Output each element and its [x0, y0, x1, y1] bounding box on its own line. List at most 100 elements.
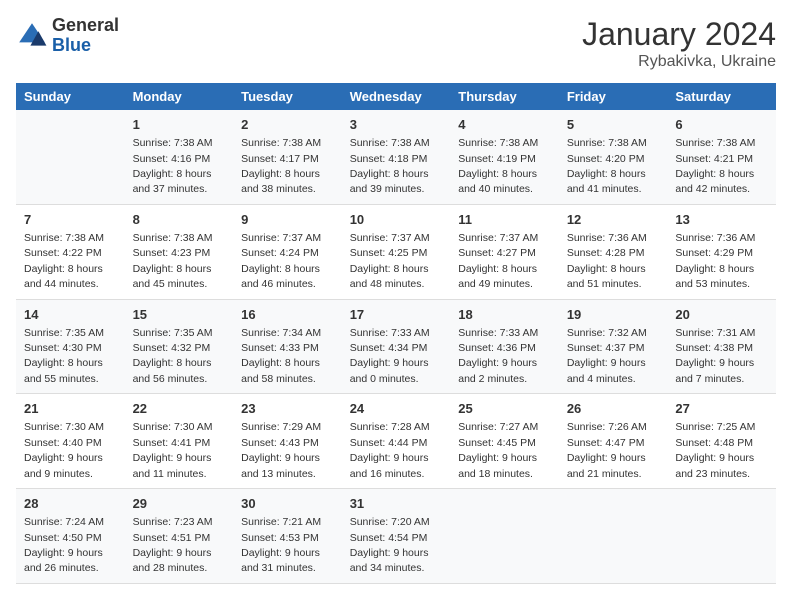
day-number: 26	[567, 400, 660, 418]
calendar-week-row: 7 Sunrise: 7:38 AM Sunset: 4:22 PM Daylight…	[16, 204, 776, 299]
sunset-text: Sunset: 4:28 PM	[567, 247, 645, 259]
daylight-text: Daylight: 8 hours and 41 minutes.	[567, 168, 646, 195]
sunrise-text: Sunrise: 7:37 AM	[350, 232, 430, 244]
calendar-cell: 22Sunrise: 7:30 AMSunset: 4:41 PMDayligh…	[125, 394, 234, 489]
day-number: 6	[675, 116, 768, 134]
daylight-text: Daylight: 9 hours and 9 minutes.	[24, 452, 103, 479]
calendar-cell: 31Sunrise: 7:20 AMSunset: 4:54 PMDayligh…	[342, 489, 451, 584]
col-saturday: Saturday	[667, 83, 776, 110]
sunset-text: Sunset: 4:38 PM	[675, 342, 753, 354]
calendar-cell: 25Sunrise: 7:27 AMSunset: 4:45 PMDayligh…	[450, 394, 559, 489]
logo-general: General	[52, 15, 119, 35]
sunset-text: Sunset: 4:34 PM	[350, 342, 428, 354]
daylight-text: Daylight: 8 hours and 37 minutes.	[133, 168, 212, 195]
sunset-text: Sunset: 4:30 PM	[24, 342, 102, 354]
sunset-text: Sunset: 4:47 PM	[567, 437, 645, 449]
daylight-text: Daylight: 9 hours and 13 minutes.	[241, 452, 320, 479]
calendar-cell: 8Sunrise: 7:38 AMSunset: 4:23 PMDaylight…	[125, 204, 234, 299]
calendar-cell: 9Sunrise: 7:37 AMSunset: 4:24 PMDaylight…	[233, 204, 342, 299]
calendar-cell: 1Sunrise: 7:38 AMSunset: 4:16 PMDaylight…	[125, 110, 234, 204]
sunrise-text: Sunrise: 7:38 AM	[133, 232, 213, 244]
day-number: 17	[350, 306, 443, 324]
sunset-text: Sunset: 4:53 PM	[241, 532, 319, 544]
daylight-text: Daylight: 9 hours and 16 minutes.	[350, 452, 429, 479]
day-number: 30	[241, 495, 334, 513]
calendar-cell: 6Sunrise: 7:38 AMSunset: 4:21 PMDaylight…	[667, 110, 776, 204]
title-block: January 2024 Rybakivka, Ukraine	[582, 16, 776, 71]
col-tuesday: Tuesday	[233, 83, 342, 110]
sunrise-text: Sunrise: 7:38 AM	[24, 232, 104, 244]
month-year-title: January 2024	[582, 16, 776, 53]
sunrise-text: Sunrise: 7:32 AM	[567, 327, 647, 339]
day-number: 15	[133, 306, 226, 324]
sunrise-text: Sunrise: 7:38 AM	[675, 137, 755, 149]
col-wednesday: Wednesday	[342, 83, 451, 110]
calendar-cell: 20Sunrise: 7:31 AMSunset: 4:38 PMDayligh…	[667, 299, 776, 394]
calendar-cell: 21 Sunrise: 7:30 AM Sunset: 4:40 PM Dayligh…	[16, 394, 125, 489]
calendar-week-row: 28Sunrise: 7:24 AMSunset: 4:50 PMDayligh…	[16, 489, 776, 584]
day-number: 9	[241, 211, 334, 229]
daylight-text: Daylight: 8 hours and 55 minutes.	[24, 357, 103, 384]
day-number: 14	[24, 306, 117, 324]
day-number: 21	[24, 400, 117, 418]
sunset-text: Sunset: 4:22 PM	[24, 247, 102, 259]
calendar-cell	[16, 110, 125, 204]
sunset-text: Sunset: 4:37 PM	[567, 342, 645, 354]
calendar-cell: 30 Sunrise: 7:21 AM Sunset: 4:53 PM Dayligh…	[233, 489, 342, 584]
calendar-cell: 26 Sunrise: 7:26 AM Sunset: 4:47 PM Dayligh…	[559, 394, 668, 489]
calendar-cell: 2Sunrise: 7:38 AMSunset: 4:17 PMDaylight…	[233, 110, 342, 204]
calendar-cell: 29Sunrise: 7:23 AMSunset: 4:51 PMDayligh…	[125, 489, 234, 584]
sunrise-text: Sunrise: 7:20 AM	[350, 516, 430, 528]
daylight-text: Daylight: 8 hours and 49 minutes.	[458, 263, 537, 290]
daylight-text: Daylight: 8 hours and 58 minutes.	[241, 357, 320, 384]
sunset-text: Sunset: 4:36 PM	[458, 342, 536, 354]
sunrise-text: Sunrise: 7:37 AM	[458, 232, 538, 244]
calendar-cell: 17Sunrise: 7:33 AMSunset: 4:34 PMDayligh…	[342, 299, 451, 394]
day-number: 1	[133, 116, 226, 134]
day-number: 7	[24, 211, 117, 229]
sunset-text: Sunset: 4:33 PM	[241, 342, 319, 354]
sunset-text: Sunset: 4:27 PM	[458, 247, 536, 259]
calendar-cell	[667, 489, 776, 584]
day-number: 20	[675, 306, 768, 324]
day-number: 12	[567, 211, 660, 229]
sunset-text: Sunset: 4:18 PM	[350, 153, 428, 165]
daylight-text: Daylight: 9 hours and 34 minutes.	[350, 547, 429, 574]
sunset-text: Sunset: 4:21 PM	[675, 153, 753, 165]
sunset-text: Sunset: 4:20 PM	[567, 153, 645, 165]
sunrise-text: Sunrise: 7:37 AM	[241, 232, 321, 244]
calendar-cell: 11Sunrise: 7:37 AMSunset: 4:27 PMDayligh…	[450, 204, 559, 299]
sunrise-text: Sunrise: 7:30 AM	[24, 421, 104, 433]
page-header: General Blue January 2024 Rybakivka, Ukr…	[16, 16, 776, 71]
sunset-text: Sunset: 4:45 PM	[458, 437, 536, 449]
daylight-text: Daylight: 9 hours and 21 minutes.	[567, 452, 646, 479]
sunrise-text: Sunrise: 7:33 AM	[458, 327, 538, 339]
daylight-text: Daylight: 8 hours and 48 minutes.	[350, 263, 429, 290]
location-subtitle: Rybakivka, Ukraine	[582, 53, 776, 71]
calendar-cell: 7Sunrise: 7:38 AMSunset: 4:22 PMDaylight…	[16, 204, 125, 299]
logo-text: General Blue	[52, 16, 119, 56]
calendar-cell: 5Sunrise: 7:38 AMSunset: 4:20 PMDaylight…	[559, 110, 668, 204]
daylight-text: Daylight: 9 hours and 0 minutes.	[350, 357, 429, 384]
daylight-text: Daylight: 9 hours and 11 minutes.	[133, 452, 212, 479]
daylight-text: Daylight: 9 hours and 4 minutes.	[567, 357, 646, 384]
sunrise-text: Sunrise: 7:26 AM	[567, 421, 647, 433]
day-number: 27	[675, 400, 768, 418]
sunset-text: Sunset: 4:40 PM	[24, 437, 102, 449]
daylight-text: Daylight: 9 hours and 7 minutes.	[675, 357, 754, 384]
sunset-text: Sunset: 4:17 PM	[241, 153, 319, 165]
day-number: 10	[350, 211, 443, 229]
col-monday: Monday	[125, 83, 234, 110]
sunrise-text: Sunrise: 7:38 AM	[241, 137, 321, 149]
daylight-text: Daylight: 8 hours and 38 minutes.	[241, 168, 320, 195]
sunrise-text: Sunrise: 7:21 AM	[241, 516, 321, 528]
sunset-text: Sunset: 4:51 PM	[133, 532, 211, 544]
sunrise-text: Sunrise: 7:38 AM	[350, 137, 430, 149]
sunset-text: Sunset: 4:44 PM	[350, 437, 428, 449]
daylight-text: Daylight: 9 hours and 26 minutes.	[24, 547, 103, 574]
day-number: 24	[350, 400, 443, 418]
day-number: 3	[350, 116, 443, 134]
sunrise-text: Sunrise: 7:35 AM	[133, 327, 213, 339]
daylight-text: Daylight: 9 hours and 31 minutes.	[241, 547, 320, 574]
calendar-cell: 23Sunrise: 7:29 AMSunset: 4:43 PMDayligh…	[233, 394, 342, 489]
